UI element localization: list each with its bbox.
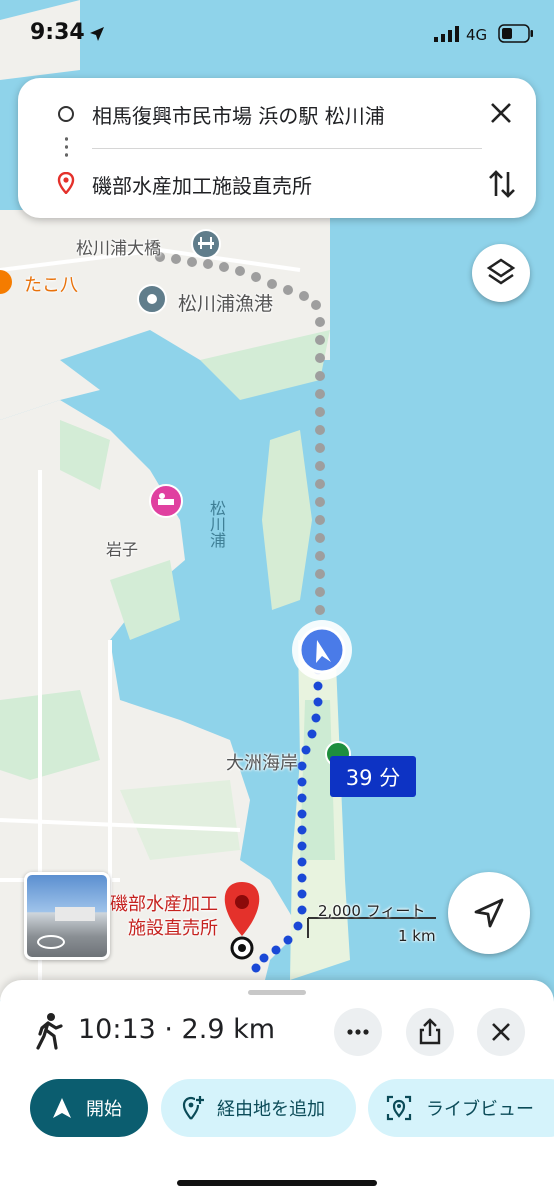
map-label-port: 松川浦漁港 [178, 293, 274, 315]
start-button[interactable]: 開始 [30, 1079, 148, 1137]
recenter-button[interactable] [448, 872, 530, 954]
navigation-start-icon [53, 1098, 71, 1118]
close-sheet-button[interactable] [477, 1008, 525, 1056]
start-label: 開始 [86, 1099, 122, 1120]
status-bar: 9:34 4G [0, 0, 554, 68]
destination-field[interactable]: 磯部水産加工施設直売所 [92, 170, 312, 199]
layers-button[interactable] [472, 244, 530, 302]
more-options-button[interactable] [334, 1008, 382, 1056]
current-location-icon [292, 620, 352, 680]
signal-icon [434, 26, 459, 42]
share-button[interactable] [406, 1008, 454, 1056]
status-time: 9:34 [30, 20, 85, 45]
live-view-icon [386, 1095, 412, 1121]
scale-imperial: 2,000 フィート [318, 902, 426, 920]
map-label-bay: 松川浦 [207, 500, 226, 548]
layers-icon [486, 258, 516, 285]
home-indicator[interactable] [177, 1180, 377, 1186]
add-stop-button[interactable]: 経由地を追加 [161, 1079, 356, 1137]
close-icon [492, 1023, 510, 1041]
add-stop-icon [182, 1096, 204, 1120]
scale-metric: 1 km [398, 927, 436, 945]
sheet-drag-handle[interactable] [248, 990, 306, 995]
live-view-label: ライブビュー [426, 1099, 534, 1120]
map-label-beach: 大洲海岸 [226, 753, 298, 774]
network-type: 4G [466, 26, 488, 44]
port-icon [137, 284, 167, 314]
battery-icon [498, 24, 533, 43]
location-arrow-icon [90, 27, 104, 41]
map-label-bridge: 松川浦大橋 [76, 239, 161, 259]
walk-icon [36, 1013, 63, 1050]
map-label-area: 岩子 [106, 540, 139, 559]
hotel-icon [149, 484, 183, 518]
more-horizontal-icon [347, 1029, 369, 1035]
trip-summary: 10:13 · 2.9 km [78, 1014, 276, 1045]
share-icon [419, 1018, 441, 1045]
bottom-sheet: 10:13 · 2.9 km 開始 経由地を追加 ライブビュー [0, 980, 554, 1200]
route-dots-icon [65, 135, 68, 159]
bridge-icon [191, 229, 221, 259]
live-view-button[interactable]: ライブビュー [368, 1079, 554, 1137]
add-stop-label: 経由地を追加 [217, 1099, 325, 1120]
route-duration-badge[interactable]: 39 分 [330, 756, 416, 797]
close-icon[interactable] [488, 100, 514, 126]
street-view-360-icon [37, 935, 65, 949]
street-view-thumbnail[interactable] [24, 872, 110, 960]
swap-icon[interactable] [488, 168, 516, 200]
navigation-arrow-icon [474, 898, 504, 928]
map-label-destination: 磯部水産加工施設直売所 [110, 894, 218, 939]
origin-circle-icon [58, 106, 74, 122]
directions-card: 相馬復興市民市場 浜の駅 松川浦 磯部水産加工施設直売所 [18, 78, 536, 218]
origin-field[interactable]: 相馬復興市民市場 浜の駅 松川浦 [92, 100, 385, 129]
destination-pin-small-icon [57, 172, 75, 194]
card-divider [92, 148, 482, 149]
map-label-restaurant: たこ八 [24, 275, 78, 296]
